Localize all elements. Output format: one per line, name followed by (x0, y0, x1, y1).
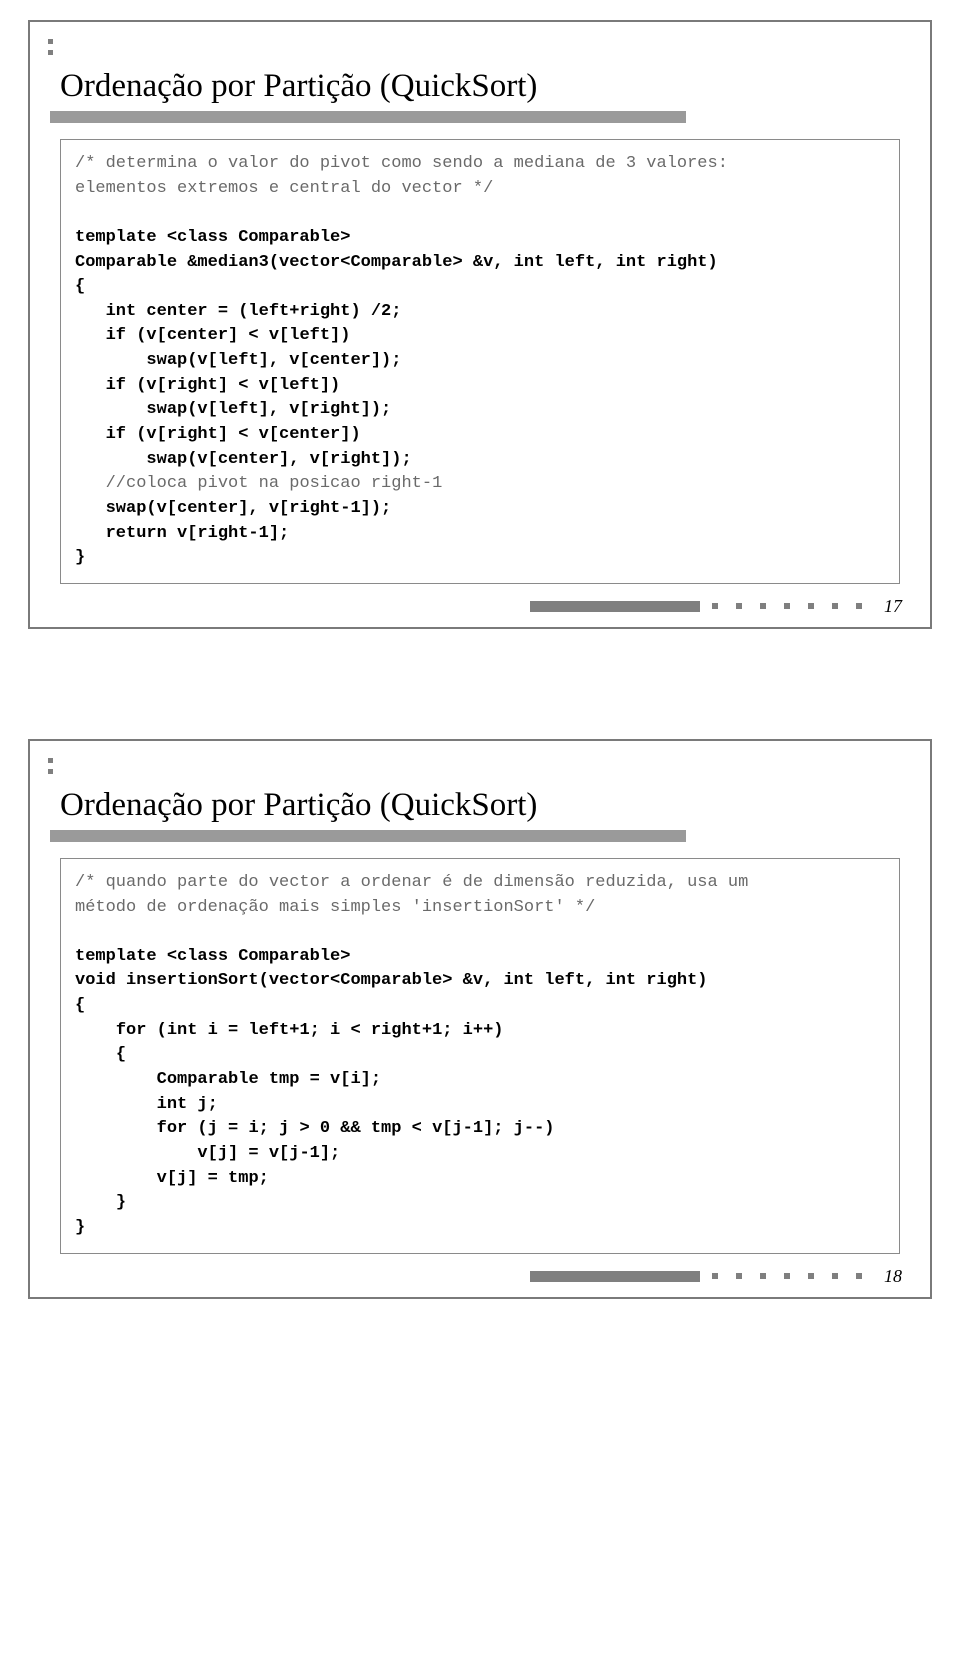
code-line: if (v[right] < v[center]) (75, 425, 361, 444)
slide-title: Ordenação por Partição (QuickSort) (60, 68, 676, 105)
code-line: Comparable &median3(vector<Comparable> &… (75, 253, 718, 272)
code-line: v[j] = v[j-1]; (75, 1144, 340, 1163)
code-line: void insertionSort(vector<Comparable> &v… (75, 971, 708, 990)
code-line: template <class Comparable> (75, 228, 350, 247)
code-line: int center = (left+right) /2; (75, 302, 401, 321)
slide-heading-box: Ordenação por Partição (QuickSort) (50, 62, 686, 123)
footer-bar (530, 1271, 700, 1282)
footer-dot (856, 1273, 862, 1279)
page-number: 17 (884, 596, 902, 617)
code-line: } (75, 1218, 85, 1237)
footer-dot (712, 603, 718, 609)
code-comment: //coloca pivot na posicao right-1 (75, 474, 442, 493)
footer-dot (832, 1273, 838, 1279)
code-line: return v[right-1]; (75, 524, 289, 543)
code-comment: /* quando parte do vector a ordenar é de… (75, 873, 748, 917)
footer-dot (736, 1273, 742, 1279)
code-line: } (75, 548, 85, 567)
code-line: int j; (75, 1095, 218, 1114)
decorative-dots (48, 36, 910, 58)
footer-dot (784, 603, 790, 609)
footer-dot (712, 1273, 718, 1279)
page-number: 18 (884, 1266, 902, 1287)
footer-dot (856, 603, 862, 609)
code-line: swap(v[left], v[right]); (75, 400, 391, 419)
code-line: if (v[right] < v[left]) (75, 376, 340, 395)
code-line: { (75, 996, 85, 1015)
code-line: for (int i = left+1; i < right+1; i++) (75, 1021, 503, 1040)
code-line: template <class Comparable> (75, 947, 350, 966)
footer-dot (760, 603, 766, 609)
code-line: v[j] = tmp; (75, 1169, 269, 1188)
code-line: Comparable tmp = v[i]; (75, 1070, 381, 1089)
footer-dot (808, 1273, 814, 1279)
code-block-insertionsort: /* quando parte do vector a ordenar é de… (60, 858, 900, 1254)
code-comment: /* determina o valor do pivot como sendo… (75, 154, 728, 198)
code-line: { (75, 1045, 126, 1064)
footer-dot (784, 1273, 790, 1279)
slide-title: Ordenação por Partição (QuickSort) (60, 787, 676, 824)
decorative-dots (48, 755, 910, 777)
slide-footer: 17 (50, 592, 910, 617)
code-line: swap(v[left], v[center]); (75, 351, 401, 370)
code-line: for (j = i; j > 0 && tmp < v[j-1]; j--) (75, 1119, 555, 1138)
code-line: swap(v[center], v[right-1]); (75, 499, 391, 518)
code-line: if (v[center] < v[left]) (75, 326, 350, 345)
code-line: swap(v[center], v[right]); (75, 450, 412, 469)
code-line: { (75, 277, 85, 296)
footer-dot (808, 603, 814, 609)
slide-footer: 18 (50, 1262, 910, 1287)
code-line: } (75, 1193, 126, 1212)
code-block-median3: /* determina o valor do pivot como sendo… (60, 139, 900, 584)
slide-2: Ordenação por Partição (QuickSort) /* qu… (28, 739, 932, 1299)
footer-bar (530, 601, 700, 612)
slide-1: Ordenação por Partição (QuickSort) /* de… (28, 20, 932, 629)
slide-gap (0, 649, 960, 719)
footer-dot (736, 603, 742, 609)
footer-dot (832, 603, 838, 609)
footer-dot (760, 1273, 766, 1279)
slide-heading-box: Ordenação por Partição (QuickSort) (50, 781, 686, 842)
